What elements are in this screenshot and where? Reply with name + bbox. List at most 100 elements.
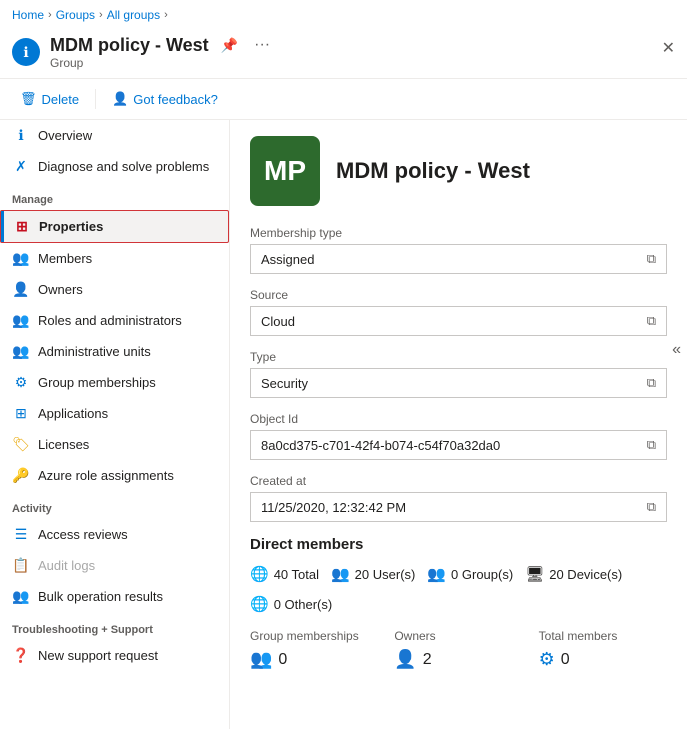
header-title-row: MDM policy - West 📌 ···: [50, 34, 662, 56]
breadcrumb-groups[interactable]: Groups: [56, 8, 95, 22]
group-name: MDM policy - West: [336, 158, 530, 184]
applications-icon: ⊞: [12, 405, 30, 422]
stat-users: 👥 20 User(s): [331, 565, 415, 583]
audit-logs-icon: 📋: [12, 557, 30, 574]
copy-created-at-button[interactable]: ⧉: [647, 499, 656, 515]
delete-icon: 🗑: [20, 91, 37, 107]
owners-icon: 👤: [12, 281, 30, 298]
summary-value-owners: 👤 2: [394, 649, 522, 670]
page-title: MDM policy - West: [50, 35, 209, 56]
sidebar-item-label: Overview: [38, 128, 92, 143]
group-header: MP MDM policy - West: [250, 136, 667, 206]
feedback-label: Got feedback?: [133, 92, 218, 107]
sidebar-item-label: New support request: [38, 648, 158, 663]
sidebar-item-label: Group memberships: [38, 375, 156, 390]
summary-label-group-memberships: Group memberships: [250, 629, 378, 643]
pin-button[interactable]: 📌: [217, 35, 242, 56]
field-label-object-id: Object Id: [250, 412, 667, 426]
field-source: Source Cloud ⧉: [250, 288, 667, 336]
delete-button[interactable]: 🗑 Delete: [12, 87, 87, 111]
sidebar-item-licenses[interactable]: 🏷 Licenses: [0, 429, 229, 460]
sidebar-section-troubleshooting: Troubleshooting + Support: [0, 612, 229, 640]
total-icon: 🌐: [250, 565, 269, 583]
copy-type-button[interactable]: ⧉: [647, 375, 656, 391]
breadcrumb-all-groups[interactable]: All groups: [107, 8, 160, 22]
field-value-membership-type: Assigned: [261, 252, 639, 267]
sidebar-item-label: Audit logs: [38, 558, 95, 573]
field-created-at: Created at 11/25/2020, 12:32:42 PM ⧉: [250, 474, 667, 522]
azure-roles-icon: 🔑: [12, 467, 30, 484]
stat-total-value: 40 Total: [274, 567, 319, 582]
support-icon: ❓: [12, 647, 30, 664]
breadcrumb-sep-2: ›: [99, 9, 103, 21]
close-button[interactable]: ✕: [662, 38, 675, 58]
direct-members-stats: 🌐 40 Total 👥 20 User(s) 👥 0 Group(s) 🖥 2…: [250, 565, 667, 613]
breadcrumb-home[interactable]: Home: [12, 8, 44, 22]
header-title-area: MDM policy - West 📌 ··· Group: [50, 34, 662, 70]
summary-icon-owners: 👤: [394, 649, 416, 670]
more-button[interactable]: ···: [250, 34, 274, 56]
copy-object-id-button[interactable]: ⧉: [647, 437, 656, 453]
copy-source-button[interactable]: ⧉: [647, 313, 656, 329]
field-input-membership-type: Assigned ⧉: [250, 244, 667, 274]
sidebar-item-access-reviews[interactable]: ☰ Access reviews: [0, 519, 229, 550]
bulk-ops-icon: 👥: [12, 588, 30, 605]
page-header: ℹ MDM policy - West 📌 ··· Group ✕: [0, 30, 687, 79]
sidebar-item-owners[interactable]: 👤 Owners: [0, 274, 229, 305]
delete-label: Delete: [42, 92, 80, 107]
stat-others-value: 0 Other(s): [274, 597, 333, 612]
field-label-membership-type: Membership type: [250, 226, 667, 240]
stat-others: 🌐 0 Other(s): [250, 595, 332, 613]
sidebar-item-group-memberships[interactable]: ⚙ Group memberships: [0, 367, 229, 398]
sidebar-item-support[interactable]: ❓ New support request: [0, 640, 229, 671]
sidebar-item-members[interactable]: 👥 Members: [0, 243, 229, 274]
stat-users-value: 20 User(s): [355, 567, 416, 582]
field-input-created-at: 11/25/2020, 12:32:42 PM ⧉: [250, 492, 667, 522]
field-value-object-id: 8a0cd375-c701-42f4-b074-c54f70a32da0: [261, 438, 639, 453]
field-input-source: Cloud ⧉: [250, 306, 667, 336]
summary-icon-total-members: ⚙: [539, 649, 555, 670]
sidebar-item-label: Properties: [39, 219, 103, 234]
field-value-created-at: 11/25/2020, 12:32:42 PM: [261, 500, 639, 515]
summary-grid: Group memberships 👥 0 Owners 👤 2 Total m…: [250, 629, 667, 670]
overview-icon: ℹ: [12, 127, 30, 144]
sidebar-item-overview[interactable]: ℹ Overview: [0, 120, 229, 151]
header-subtitle: Group: [50, 56, 662, 70]
field-type: Type Security ⧉: [250, 350, 667, 398]
stat-devices-value: 20 Device(s): [549, 567, 622, 582]
sidebar-item-azure-roles[interactable]: 🔑 Azure role assignments: [0, 460, 229, 491]
groups-icon: 👥: [427, 565, 446, 583]
summary-value-total-members: ⚙ 0: [539, 649, 667, 670]
copy-membership-type-button[interactable]: ⧉: [647, 251, 656, 267]
group-avatar: MP: [250, 136, 320, 206]
sidebar-item-label: Access reviews: [38, 527, 128, 542]
devices-icon: 🖥: [525, 565, 544, 583]
users-icon: 👥: [331, 565, 350, 583]
field-label-source: Source: [250, 288, 667, 302]
sidebar-section-manage: Manage: [0, 182, 229, 210]
sidebar-item-label: Diagnose and solve problems: [38, 159, 209, 174]
sidebar-item-roles[interactable]: 👥 Roles and administrators: [0, 305, 229, 336]
feedback-button[interactable]: 👤 Got feedback?: [104, 87, 226, 111]
sidebar-item-audit-logs[interactable]: 📋 Audit logs: [0, 550, 229, 581]
field-value-source: Cloud: [261, 314, 639, 329]
sidebar-item-label: Bulk operation results: [38, 589, 163, 604]
sidebar-item-label: Applications: [38, 406, 108, 421]
summary-num-owners: 2: [423, 651, 432, 669]
field-label-created-at: Created at: [250, 474, 667, 488]
breadcrumb: Home › Groups › All groups ›: [0, 0, 687, 30]
sidebar-item-diagnose[interactable]: ✗ Diagnose and solve problems: [0, 151, 229, 182]
sidebar-item-applications[interactable]: ⊞ Applications: [0, 398, 229, 429]
stat-total: 🌐 40 Total: [250, 565, 319, 583]
sidebar-item-admin-units[interactable]: 👥 Administrative units: [0, 336, 229, 367]
summary-num-total-members: 0: [561, 651, 570, 669]
field-label-type: Type: [250, 350, 667, 364]
sidebar-item-label: Members: [38, 251, 92, 266]
sidebar-item-properties[interactable]: ⊞ Properties: [0, 210, 229, 243]
sidebar-item-bulk-ops[interactable]: 👥 Bulk operation results: [0, 581, 229, 612]
feedback-icon: 👤: [112, 91, 128, 107]
sidebar-section-activity: Activity: [0, 491, 229, 519]
stat-groups-value: 0 Group(s): [451, 567, 513, 582]
breadcrumb-sep-1: ›: [48, 9, 52, 21]
summary-card-total-members: Total members ⚙ 0: [539, 629, 667, 670]
